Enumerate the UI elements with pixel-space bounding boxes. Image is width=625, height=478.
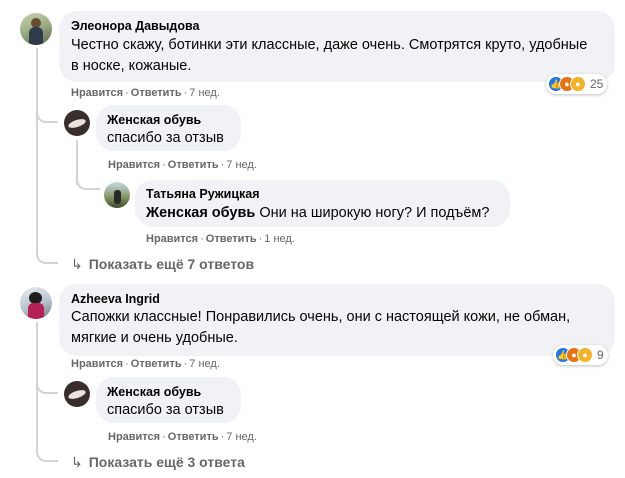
reactions-summary[interactable]: 👍 ● ● 9 [553,345,608,365]
reply-button[interactable]: Ответить [168,431,219,443]
comment-text: Сапожки классные! Понравились очень, они… [71,309,571,325]
separator: · [220,431,225,443]
reply-button[interactable]: Ответить [168,159,219,171]
avatar[interactable] [20,13,52,45]
comment-text: мягкие и очень удобные. [71,330,238,346]
avatar[interactable] [20,287,52,319]
show-more-label: Показать ещё 3 ответа [88,454,245,470]
separator: · [125,358,129,370]
comment-actions: Нравится · Ответить · 7 нед. [71,87,220,99]
reply-author[interactable]: Женская обувь [107,385,201,399]
like-button[interactable]: Нравится [146,233,198,245]
reply-actions: Нравится · Ответить · 1 нед. [146,233,295,245]
reply-text: спасибо за отзыв [107,402,224,418]
separator: · [220,159,225,171]
thread-line [36,48,38,252]
wow-icon: ● [570,76,586,92]
avatar[interactable] [64,110,90,136]
like-button[interactable]: Нравится [108,431,160,443]
thread-connector [36,446,58,462]
reply-button[interactable]: Ответить [131,358,182,370]
reply-arrow-icon: ↳ [71,256,83,272]
like-button[interactable]: Нравится [71,87,123,99]
reply-text-body: Они на широкую ногу? И подъём? [259,205,490,221]
reply-author[interactable]: Женская обувь [107,113,201,127]
mention-link[interactable]: Женская обувь [146,205,255,221]
reply-arrow-icon: ↳ [71,454,83,470]
timestamp[interactable]: 1 нед. [264,233,295,245]
reactions-summary[interactable]: 👍 ● ● 25 [546,74,608,94]
show-more-replies-button[interactable]: ↳ Показать ещё 3 ответа [71,454,245,471]
avatar[interactable] [104,182,130,208]
comment-author[interactable]: Azheeva Ingrid [71,292,160,306]
reply-text: Женская обувь Они на широкую ногу? И под… [146,202,489,224]
reaction-count: 9 [597,348,604,362]
reply-button[interactable]: Ответить [206,233,257,245]
comment-actions: Нравится · Ответить · 7 нед. [71,358,220,370]
thread-connector [76,176,100,190]
separator: · [125,87,129,99]
reply-actions: Нравится · Ответить · 7 нед. [108,431,257,443]
separator: · [258,233,263,245]
thread-connector [36,248,58,264]
reply-button[interactable]: Ответить [131,87,182,99]
reply-author[interactable]: Татьяна Ружицкая [146,187,260,201]
separator: · [183,87,188,99]
reply-actions: Нравится · Ответить · 7 нед. [108,159,257,171]
timestamp[interactable]: 7 нед. [226,159,257,171]
comment-author[interactable]: Элеонора Давыдова [71,19,199,33]
comment-text: Честно скажу, ботинки эти классные, даже… [71,37,588,53]
reply-text: спасибо за отзыв [107,130,224,146]
timestamp[interactable]: 7 нед. [189,358,220,370]
show-more-label: Показать ещё 7 ответов [88,256,255,272]
thread-connector [36,108,58,123]
timestamp[interactable]: 7 нед. [226,431,257,443]
like-button[interactable]: Нравится [71,358,123,370]
separator: · [183,358,188,370]
thread-connector [36,380,58,394]
timestamp[interactable]: 7 нед. [189,87,220,99]
separator: · [162,431,166,443]
comment-text: в носке, кожаные. [71,58,192,74]
show-more-replies-button[interactable]: ↳ Показать ещё 7 ответов [71,256,254,273]
separator: · [200,233,204,245]
avatar[interactable] [64,381,90,407]
reaction-count: 25 [590,77,604,91]
like-button[interactable]: Нравится [108,159,160,171]
wow-icon: ● [577,347,593,363]
separator: · [162,159,166,171]
